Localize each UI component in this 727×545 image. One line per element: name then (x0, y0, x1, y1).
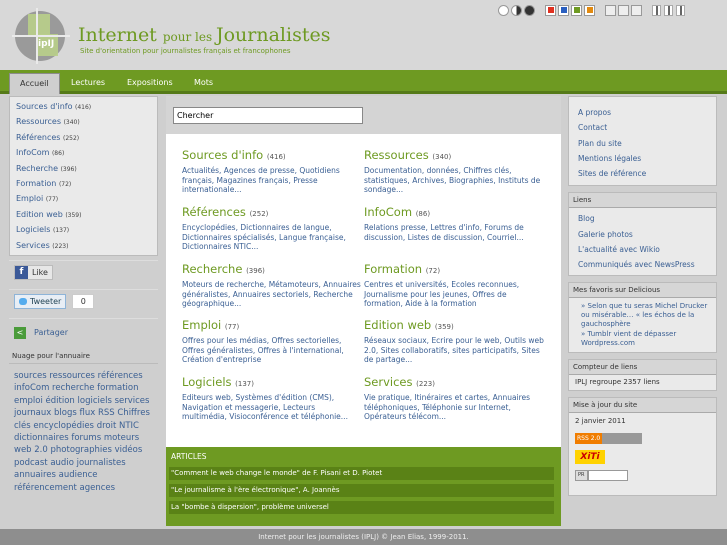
wide-width-icon[interactable] (676, 4, 685, 16)
update-box: Mise à jour du site 2 janvier 2011 RSS 2… (568, 396, 717, 496)
counter-text: IPLJ regroupe 2357 liens (575, 377, 660, 386)
category-sources[interactable]: Sources d'info (416) Actualités, Agences… (182, 149, 362, 195)
link-galerie-photos[interactable]: Galerie photos (569, 227, 716, 242)
menu-item-formation[interactable]: Formation (72) (10, 176, 157, 191)
search-bar (166, 96, 561, 134)
home-dark-icon[interactable] (631, 4, 642, 16)
share-icon: < (14, 326, 26, 339)
site-title[interactable]: Internet pour les Journalistes (78, 24, 330, 48)
category-emploi[interactable]: Emploi (77) Offres pour les médias, Offr… (182, 319, 362, 365)
menu-item-infocom[interactable]: InfoCom (86) (10, 145, 157, 160)
category-recherche[interactable]: Recherche (396) Moteurs de recherche, Mé… (182, 263, 362, 309)
home-alt-icon[interactable] (618, 4, 629, 16)
style-switcher (498, 3, 688, 17)
style-white-circle[interactable] (498, 4, 509, 16)
narrow-width-icon[interactable] (652, 4, 661, 16)
category-logiciels[interactable]: Logiciels (137) Editeurs web, Systèmes d… (182, 376, 362, 422)
delicious-title: Mes favoris sur Delicious (569, 282, 716, 298)
xiti-badge[interactable]: XiTi (575, 449, 605, 464)
color-red-swatch[interactable] (545, 4, 556, 16)
link-a-propos[interactable]: A propos (569, 105, 716, 120)
article-item[interactable]: La "bombe à dispersion", problème univer… (169, 501, 554, 514)
category-infocom[interactable]: InfoCom (86) Relations presse, Lettres d… (364, 206, 544, 242)
site-footer: Internet pour les journalistes (IPLJ) © … (0, 529, 727, 545)
category-edition-web[interactable]: Edition web (359) Réseaux sociaux, Ecrir… (364, 319, 544, 365)
facebook-like-button[interactable]: f Like (14, 264, 53, 280)
link-plan-du-site[interactable]: Plan du site (569, 136, 716, 151)
update-date: 2 janvier 2011 (575, 416, 626, 425)
like-box: f Like (9, 259, 158, 285)
counter-title: Compteur de liens (569, 359, 716, 375)
search-input[interactable] (173, 107, 363, 124)
tag-cloud[interactable]: sources ressources références infoCom re… (9, 364, 158, 494)
main-nav: Accueil Lectures Expositions Mots (0, 70, 727, 94)
tweet-button[interactable]: Tweeter (14, 293, 67, 309)
rss-badge[interactable]: RSS 2.0 (575, 432, 716, 444)
menu-item-sources[interactable]: Sources d'info (416) (10, 99, 157, 114)
color-green-swatch[interactable] (571, 4, 582, 16)
article-item[interactable]: "Comment le web change le monde" de F. P… (169, 467, 554, 480)
delicious-item[interactable]: » Selon que tu seras Michel Drucker ou m… (569, 298, 716, 329)
category-references[interactable]: Références (252) Encyclopédies, Dictionn… (182, 206, 362, 252)
tab-accueil[interactable]: Accueil (9, 73, 60, 94)
counter-box: Compteur de liens IPLJ regroupe 2357 lie… (568, 358, 717, 391)
pagerank-badge: PR (575, 469, 716, 481)
link-contact[interactable]: Contact (569, 120, 716, 135)
left-sidebar: Sources d'info (416) Ressources (340) Ré… (9, 96, 158, 494)
link-newspress[interactable]: Communiqués avec NewsPress (569, 257, 716, 272)
menu-item-logiciels[interactable]: Logiciels (137) (10, 222, 157, 237)
logo-text: ipIJ (38, 39, 55, 49)
twitter-icon (19, 297, 27, 305)
article-item[interactable]: "Le journalisme à l'ère électronique", A… (169, 484, 554, 497)
update-title: Mise à jour du site (569, 397, 716, 413)
site-links-box: A propos Contact Plan du site Mentions l… (568, 96, 717, 187)
category-formation[interactable]: Formation (72) Centres et universités, E… (364, 263, 544, 309)
tab-mots[interactable]: Mots (184, 73, 223, 94)
site-logo[interactable]: ipIJ (12, 8, 70, 64)
category-ressources[interactable]: Ressources (340) Documentation, données,… (364, 149, 544, 195)
category-menu: Sources d'info (416) Ressources (340) Ré… (9, 96, 158, 256)
tweet-box: Tweeter 0 (9, 288, 158, 314)
site-subtitle: Site d'orientation pour journalistes fra… (80, 47, 291, 55)
menu-item-emploi[interactable]: Emploi (77) (10, 191, 157, 206)
style-black-circle[interactable] (524, 4, 535, 16)
medium-width-icon[interactable] (664, 4, 673, 16)
link-blog[interactable]: Blog (569, 211, 716, 226)
link-sites-de-reference[interactable]: Sites de référence (569, 166, 716, 181)
facebook-icon: f (15, 265, 28, 279)
category-services[interactable]: Services (223) Vie pratique, Itinéraires… (364, 376, 544, 422)
delicious-box: Mes favoris sur Delicious » Selon que tu… (568, 281, 717, 353)
menu-item-recherche[interactable]: Recherche (396) (10, 161, 157, 176)
liens-title: Liens (569, 193, 716, 209)
menu-item-ressources[interactable]: Ressources (340) (10, 114, 157, 129)
delicious-item[interactable]: » Tumblr vient de dépasser Wordpress.com (569, 329, 716, 352)
link-mentions-legales[interactable]: Mentions légales (569, 151, 716, 166)
menu-item-references[interactable]: Références (252) (10, 130, 157, 145)
tab-expositions[interactable]: Expositions (117, 73, 183, 94)
tag-cloud-title: Nuage pour l'annuaire (9, 348, 158, 364)
home-icon[interactable] (605, 4, 616, 16)
right-sidebar: A propos Contact Plan du site Mentions l… (568, 96, 717, 526)
liens-box: Liens Blog Galerie photos L'actualité av… (568, 192, 717, 276)
articles-heading: ARTICLES (171, 452, 207, 461)
tweet-count: 0 (72, 293, 95, 309)
link-wikio[interactable]: L'actualité avec Wikio (569, 242, 716, 257)
color-orange-swatch[interactable] (584, 4, 595, 16)
menu-item-services[interactable]: Services (223) (10, 238, 157, 253)
articles-panel: ARTICLES "Comment le web change le monde… (166, 447, 561, 526)
site-header: ipIJ Internet pour les Journalistes Site… (0, 0, 727, 70)
style-half-circle[interactable] (511, 4, 522, 16)
menu-item-edition-web[interactable]: Edition web (359) (10, 207, 157, 222)
share-box: < Partager (9, 317, 158, 348)
tab-lectures[interactable]: Lectures (61, 73, 115, 94)
color-blue-swatch[interactable] (558, 4, 569, 16)
share-button[interactable]: < Partager (14, 326, 68, 339)
